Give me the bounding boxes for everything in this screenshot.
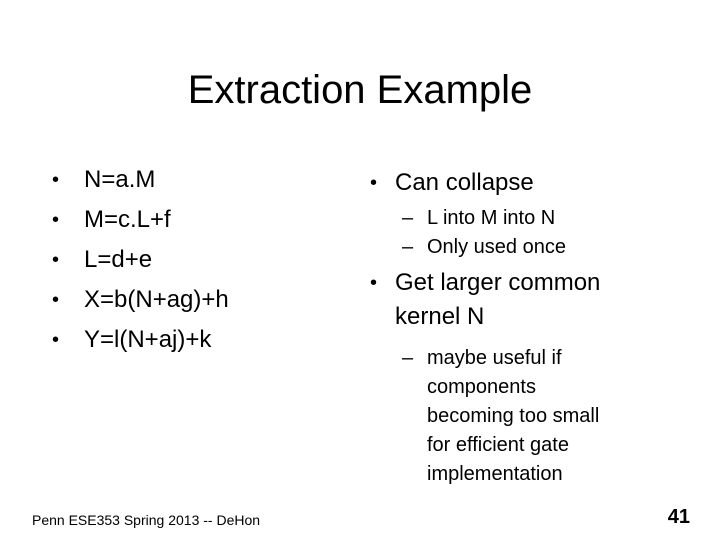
slide-title: Extraction Example	[187, 68, 533, 112]
main-point: • Can collapse	[370, 166, 670, 200]
dash-icon: –	[402, 207, 414, 229]
equation-item: • L=d+e	[52, 246, 153, 273]
slide-footer: Penn ESE353 Spring 2013 -- DeHon	[32, 512, 261, 528]
dash-icon: –	[402, 236, 414, 258]
sub-point: – maybe useful if components becoming to…	[370, 344, 670, 489]
page-number: 41	[667, 506, 690, 528]
bullet-icon: •	[370, 272, 378, 294]
bullet-icon: •	[52, 209, 60, 231]
bullet-icon: •	[52, 329, 60, 351]
dash-icon: –	[402, 347, 414, 369]
notes-list: • Can collapse – L into M into N – Only us…	[370, 166, 670, 489]
sub-point: – Only used once	[370, 233, 670, 262]
equation-list: • N=a.M • M=c.L+f • L=d+e • X=b(N+ag)+h • Y=l…	[52, 168, 229, 368]
equation-item: • M=c.L+f	[52, 206, 171, 233]
bullet-icon: •	[52, 249, 60, 271]
bullet-icon: •	[52, 169, 60, 191]
main-point: • Get larger common kernel N	[370, 266, 670, 334]
sub-point: – L into M into N	[370, 204, 670, 233]
equation-item: • X=b(N+ag)+h	[52, 286, 229, 313]
bullet-icon: •	[370, 172, 378, 194]
equation-item: • N=a.M	[52, 166, 156, 193]
bullet-icon: •	[52, 289, 60, 311]
equation-item: • Y=l(N+aj)+k	[52, 326, 212, 353]
